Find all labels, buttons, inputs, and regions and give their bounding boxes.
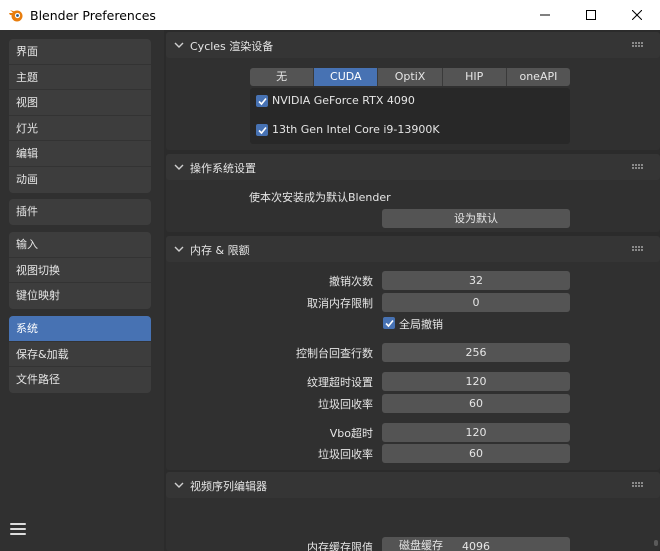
global-undo-label: 全局撤销 [399, 318, 443, 331]
cache-limit-label: 内存缓存限值 [307, 541, 373, 551]
sidebar-item-addons[interactable]: 插件 [9, 199, 151, 225]
sidebar-item-system[interactable]: 系统 [9, 316, 151, 342]
sidebar-item-input[interactable]: 输入 [9, 232, 151, 258]
nav-group-input: 输入 视图切换 键位映射 [9, 232, 151, 309]
device-type-tabs: 无 CUDA OptiX HIP oneAPI [250, 68, 570, 86]
blender-logo-icon [9, 10, 23, 22]
window-controls [522, 0, 660, 30]
device-label-cpu: 13th Gen Intel Core i9-13900K [272, 123, 440, 136]
device-list: NVIDIA GeForce RTX 4090 13th Gen Intel C… [250, 88, 570, 144]
sidebar-item-interface[interactable]: 界面 [9, 39, 151, 65]
checkmark-icon [257, 97, 267, 105]
make-default-button[interactable]: 设为默认 [382, 209, 570, 228]
sidebar-item-file-paths[interactable]: 文件路径 [9, 367, 151, 393]
panel-title: Cycles 渲染设备 [190, 40, 274, 53]
preferences-sidebar: 界面 主题 视图 灯光 编辑 动画 插件 输入 视图切换 键位映射 系统 保存&… [0, 30, 164, 551]
checkmark-icon [257, 126, 267, 134]
sequencer-panel-header[interactable]: 视频序列编辑器 [166, 472, 660, 498]
sidebar-item-save-load[interactable]: 保存&加载 [9, 342, 151, 368]
chevron-down-icon [174, 164, 184, 170]
cycles-panel: Cycles 渲染设备 无 CUDA OptiX HIP oneAPI NVID… [166, 32, 660, 150]
vbo-gc-label: 垃圾回收率 [318, 448, 373, 461]
close-button[interactable] [614, 0, 660, 30]
undo-steps-label: 撤销次数 [329, 275, 373, 288]
hamburger-menu-icon[interactable] [10, 523, 26, 537]
window-title: Blender Preferences [30, 7, 156, 23]
chevron-down-icon [174, 246, 184, 252]
chevron-down-icon [174, 42, 184, 48]
tab-cuda[interactable]: CUDA [314, 68, 379, 86]
nav-group-display: 界面 主题 视图 灯光 编辑 动画 [9, 39, 151, 193]
undo-steps-field[interactable]: 32 [382, 271, 570, 290]
os-settings-panel: 操作系统设置 使本次安装成为默认Blender 设为默认 [166, 154, 660, 232]
minimize-button[interactable] [522, 0, 568, 30]
nav-group-system: 系统 保存&加载 文件路径 [9, 316, 151, 393]
device-label-gpu: NVIDIA GeForce RTX 4090 [272, 94, 415, 107]
nav-group-addons: 插件 [9, 199, 151, 225]
undo-memory-label: 取消内存限制 [307, 297, 373, 310]
sidebar-item-navigation[interactable]: 视图切换 [9, 258, 151, 284]
cycles-panel-header[interactable]: Cycles 渲染设备 [166, 32, 660, 58]
minimize-icon [540, 14, 550, 16]
tab-oneapi[interactable]: oneAPI [507, 68, 570, 86]
texture-gc-label: 垃圾回收率 [318, 398, 373, 411]
sidebar-item-viewport[interactable]: 视图 [9, 90, 151, 116]
title-bar: Blender Preferences [0, 0, 660, 30]
close-icon [632, 10, 642, 20]
tab-hip[interactable]: HIP [443, 68, 507, 86]
global-undo-checkbox[interactable] [383, 317, 395, 329]
maximize-icon [586, 10, 596, 20]
sidebar-item-lights[interactable]: 灯光 [9, 116, 151, 142]
disk-cache-label: 磁盘缓存 [399, 539, 443, 551]
default-install-description: 使本次安装成为默认Blender [249, 191, 391, 204]
sidebar-item-animation[interactable]: 动画 [9, 167, 151, 193]
device-checkbox-gpu[interactable] [256, 95, 268, 107]
vbo-timeout-label: Vbo超时 [329, 427, 373, 440]
console-scrollback-label: 控制台回查行数 [296, 347, 373, 360]
texture-timeout-label: 纹理超时设置 [307, 376, 373, 389]
device-checkbox-cpu[interactable] [256, 124, 268, 136]
scrollbar[interactable] [654, 540, 658, 546]
memory-limits-panel: 内存 & 限额 撤销次数 32 取消内存限制 0 全局撤销 控制台回查行数 25… [166, 236, 660, 470]
memory-panel-header[interactable]: 内存 & 限额 [166, 236, 660, 262]
drag-handle-icon[interactable] [632, 482, 644, 488]
chevron-down-icon [174, 482, 184, 488]
console-scrollback-field[interactable]: 256 [382, 343, 570, 362]
vbo-timeout-field[interactable]: 120 [382, 423, 570, 442]
drag-handle-icon[interactable] [632, 164, 644, 170]
drag-handle-icon[interactable] [632, 246, 644, 252]
panel-title: 内存 & 限额 [190, 244, 250, 257]
checkmark-icon [384, 319, 394, 327]
os-settings-panel-header[interactable]: 操作系统设置 [166, 154, 660, 180]
texture-gc-field[interactable]: 60 [382, 394, 570, 413]
sidebar-item-keymap[interactable]: 键位映射 [9, 283, 151, 309]
undo-memory-field[interactable]: 0 [382, 293, 570, 312]
preferences-main: Cycles 渲染设备 无 CUDA OptiX HIP oneAPI NVID… [166, 30, 660, 551]
panel-title: 操作系统设置 [190, 162, 256, 175]
tab-none[interactable]: 无 [250, 68, 315, 86]
panel-title: 视频序列编辑器 [190, 480, 267, 493]
disk-cache-checkbox[interactable] [383, 538, 395, 550]
sidebar-item-editing[interactable]: 编辑 [9, 141, 151, 167]
texture-timeout-field[interactable]: 120 [382, 372, 570, 391]
vbo-gc-field[interactable]: 60 [382, 444, 570, 463]
drag-handle-icon[interactable] [632, 42, 644, 48]
tab-optix[interactable]: OptiX [378, 68, 443, 86]
maximize-button[interactable] [568, 0, 614, 30]
sidebar-item-themes[interactable]: 主题 [9, 65, 151, 91]
